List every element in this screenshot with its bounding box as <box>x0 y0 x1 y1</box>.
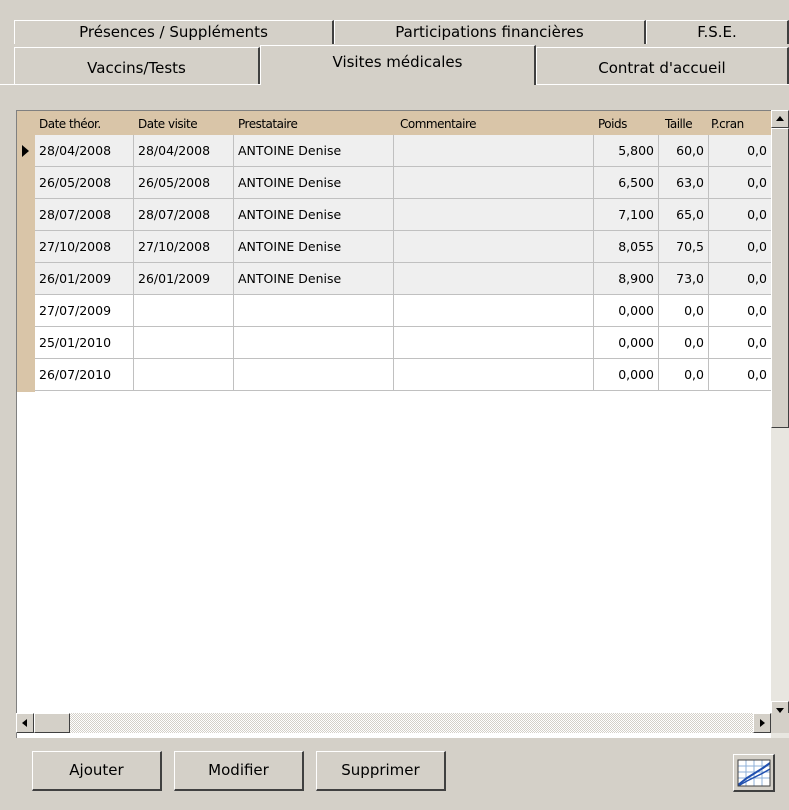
table-row[interactable]: 28/04/2008 28/04/2008 ANTOINE Denise 5,800 6… <box>35 135 772 167</box>
cell-prestataire[interactable]: ANTOINE Denise <box>234 263 394 295</box>
cell-date-visite[interactable]: 26/05/2008 <box>134 167 234 199</box>
cell-date-theorique[interactable]: 25/01/2010 <box>35 327 134 359</box>
cell-prestataire[interactable]: ANTOINE Denise <box>234 135 394 167</box>
tab-presences-supplements[interactable]: Présences / Suppléments <box>14 20 334 44</box>
tab-panel-border <box>0 84 260 85</box>
tab-panel-border-right <box>536 84 789 85</box>
delete-button[interactable]: Supprimer <box>316 751 446 791</box>
cell-date-visite[interactable]: 28/07/2008 <box>134 199 234 231</box>
cell-commentaire[interactable] <box>394 295 594 327</box>
cell-date-theorique[interactable]: 28/04/2008 <box>35 135 134 167</box>
cell-date-theorique[interactable]: 26/07/2010 <box>35 359 134 391</box>
cell-date-theorique[interactable]: 28/07/2008 <box>35 199 134 231</box>
cell-taille[interactable]: 0,0 <box>659 327 709 359</box>
table-row[interactable]: 27/07/2009 0,000 0,0 0,0 <box>35 295 772 327</box>
cell-poids[interactable]: 8,055 <box>594 231 659 263</box>
cell-taille[interactable]: 0,0 <box>659 295 709 327</box>
cell-date-visite[interactable] <box>134 295 234 327</box>
col-header-commentaire[interactable]: Commentaire <box>394 111 594 135</box>
cell-taille[interactable]: 73,0 <box>659 263 709 295</box>
col-header-date-visite[interactable]: Date visite <box>134 111 234 135</box>
add-button[interactable]: Ajouter <box>32 751 162 791</box>
cell-commentaire[interactable] <box>394 199 594 231</box>
cell-poids[interactable]: 7,100 <box>594 199 659 231</box>
cell-prestataire[interactable]: ANTOINE Denise <box>234 199 394 231</box>
vertical-scrollbar[interactable] <box>771 110 789 738</box>
cell-taille[interactable]: 0,0 <box>659 359 709 391</box>
cell-pcran[interactable]: 0,0 <box>709 231 772 263</box>
cell-pcran[interactable]: 0,0 <box>709 359 772 391</box>
cell-pcran[interactable]: 0,0 <box>709 167 772 199</box>
scroll-corner <box>771 713 789 733</box>
scroll-up-button[interactable] <box>771 110 789 128</box>
current-row-arrow-icon <box>22 145 29 157</box>
cell-prestataire[interactable] <box>234 295 394 327</box>
cell-date-theorique[interactable]: 26/05/2008 <box>35 167 134 199</box>
cell-date-theorique[interactable]: 27/10/2008 <box>35 231 134 263</box>
cell-commentaire[interactable] <box>394 327 594 359</box>
cell-pcran[interactable]: 0,0 <box>709 327 772 359</box>
cell-pcran[interactable]: 0,0 <box>709 135 772 167</box>
grid-header: Date théor. Date visite Prestataire Comm… <box>17 111 772 135</box>
scroll-up-arrow-icon <box>776 116 784 121</box>
cell-commentaire[interactable] <box>394 231 594 263</box>
cell-date-visite[interactable]: 26/01/2009 <box>134 263 234 295</box>
col-header-poids[interactable]: Poids <box>594 111 659 135</box>
cell-date-visite[interactable] <box>134 359 234 391</box>
table-row[interactable]: 25/01/2010 0,000 0,0 0,0 <box>35 327 772 359</box>
cell-taille[interactable]: 63,0 <box>659 167 709 199</box>
table-row[interactable]: 26/05/2008 26/05/2008 ANTOINE Denise 6,500 6… <box>35 167 772 199</box>
cell-pcran[interactable]: 0,0 <box>709 263 772 295</box>
cell-poids[interactable]: 5,800 <box>594 135 659 167</box>
cell-commentaire[interactable] <box>394 167 594 199</box>
tab-vaccins-tests[interactable]: Vaccins/Tests <box>14 47 260 85</box>
tab-contrat-accueil[interactable]: Contrat d'accueil <box>536 47 789 85</box>
cell-date-theorique[interactable]: 27/07/2009 <box>35 295 134 327</box>
visits-grid[interactable]: Date théor. Date visite Prestataire Comm… <box>16 110 789 738</box>
col-header-taille[interactable]: Taille <box>659 111 709 135</box>
tab-participations-financieres[interactable]: Participations financières <box>334 20 646 44</box>
table-row[interactable]: 26/07/2010 0,000 0,0 0,0 <box>35 359 772 391</box>
cell-date-visite[interactable]: 27/10/2008 <box>134 231 234 263</box>
line-chart-icon <box>737 759 771 787</box>
cell-poids[interactable]: 0,000 <box>594 295 659 327</box>
horizontal-scrollbar[interactable] <box>16 713 771 733</box>
cell-poids[interactable]: 0,000 <box>594 359 659 391</box>
cell-pcran[interactable]: 0,0 <box>709 199 772 231</box>
horizontal-scroll-thumb[interactable] <box>34 713 70 733</box>
col-header-date-theorique[interactable]: Date théor. <box>35 111 134 135</box>
chart-button[interactable] <box>733 754 775 792</box>
cell-prestataire[interactable]: ANTOINE Denise <box>234 167 394 199</box>
col-header-pcran[interactable]: P.cran <box>709 111 772 135</box>
cell-commentaire[interactable] <box>394 359 594 391</box>
cell-prestataire[interactable] <box>234 359 394 391</box>
col-header-prestataire[interactable]: Prestataire <box>234 111 394 135</box>
tab-visites-medicales[interactable]: Visites médicales <box>260 45 536 85</box>
modify-button[interactable]: Modifier <box>174 751 304 791</box>
scroll-right-button[interactable] <box>753 713 771 733</box>
scroll-left-arrow-icon <box>22 719 27 727</box>
cell-poids[interactable]: 0,000 <box>594 327 659 359</box>
cell-prestataire[interactable] <box>234 327 394 359</box>
scroll-right-arrow-icon <box>760 719 765 727</box>
table-row[interactable]: 27/10/2008 27/10/2008 ANTOINE Denise 8,055 7… <box>35 231 772 263</box>
cell-taille[interactable]: 60,0 <box>659 135 709 167</box>
cell-date-theorique[interactable]: 26/01/2009 <box>35 263 134 295</box>
scroll-left-button[interactable] <box>16 713 34 733</box>
cell-prestataire[interactable]: ANTOINE Denise <box>234 231 394 263</box>
table-row[interactable]: 26/01/2009 26/01/2009 ANTOINE Denise 8,900 7… <box>35 263 772 295</box>
cell-pcran[interactable]: 0,0 <box>709 295 772 327</box>
cell-commentaire[interactable] <box>394 135 594 167</box>
cell-date-visite[interactable] <box>134 327 234 359</box>
cell-taille[interactable]: 70,5 <box>659 231 709 263</box>
row-indicator-column <box>17 135 35 392</box>
cell-poids[interactable]: 6,500 <box>594 167 659 199</box>
cell-commentaire[interactable] <box>394 263 594 295</box>
cell-date-visite[interactable]: 28/04/2008 <box>134 135 234 167</box>
cell-taille[interactable]: 65,0 <box>659 199 709 231</box>
table-row[interactable]: 28/07/2008 28/07/2008 ANTOINE Denise 7,100 6… <box>35 199 772 231</box>
vertical-scroll-thumb[interactable] <box>771 128 789 428</box>
cell-poids[interactable]: 8,900 <box>594 263 659 295</box>
tab-fse[interactable]: F.S.E. <box>646 20 789 44</box>
